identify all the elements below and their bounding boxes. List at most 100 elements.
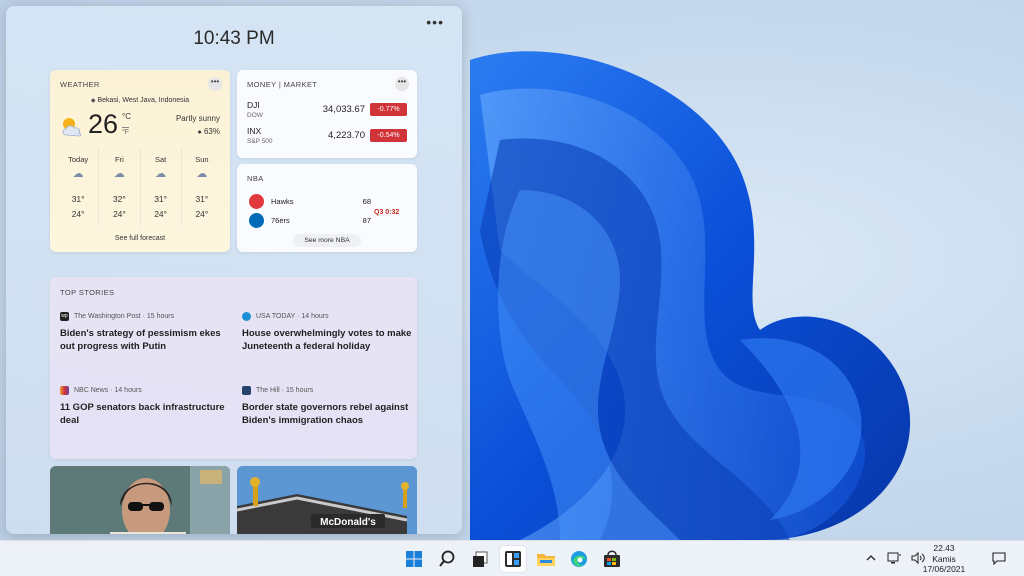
fahrenheit-toggle[interactable]: °F <box>122 127 130 136</box>
story-headline: Biden's strategy of pessimism ekes out p… <box>60 328 221 352</box>
story-item[interactable]: NBC News · 14 hours 11 GOP senators back… <box>60 385 230 427</box>
team-score: 68 <box>362 197 371 206</box>
story-source: NBC News · 14 hours <box>60 385 230 395</box>
story-source-text: The Washington Post · 15 hours <box>74 312 175 320</box>
story-source: USA TODAY · 14 hours <box>242 311 412 321</box>
stock-price: 4,223.70 <box>328 130 365 141</box>
nba-widget[interactable]: NBA Hawks 68 76ers 87 Q3 0:32 See more N… <box>237 164 417 252</box>
location-pin-icon: ◆ <box>90 98 96 104</box>
weather-more-icon[interactable]: ••• <box>208 77 222 91</box>
forecast-day[interactable]: Sun ☁ 31° 24° <box>182 148 222 226</box>
stock-change-badge: -0.54% <box>370 129 407 142</box>
76ers-logo-icon <box>249 213 264 228</box>
widgets-panel: ••• 10:43 PM WEATHER ••• ◆ Bekasi, West … <box>6 6 462 534</box>
story-headline: 11 GOP senators back infrastructure deal <box>60 402 225 426</box>
forecast-day[interactable]: Today ☁ 31° 24° <box>58 148 100 226</box>
story-headline: House overwhelmingly votes to make Junet… <box>242 328 412 352</box>
forecast-low: 24° <box>154 209 168 219</box>
stock-change-badge: -0.77% <box>370 103 407 116</box>
file-explorer-icon[interactable] <box>533 546 559 572</box>
search-icon[interactable] <box>434 546 460 572</box>
money-title: MONEY | MARKET <box>247 80 318 89</box>
forecast-day-name: Fri <box>115 155 124 164</box>
top-stories-title: TOP STORIES <box>60 288 115 297</box>
notification-icon[interactable] <box>990 551 1008 567</box>
story-source-text: NBC News · 14 hours <box>74 386 142 394</box>
forecast-day-name: Sun <box>195 155 209 164</box>
team-name: Hawks <box>271 197 294 206</box>
forecast-low: 24° <box>71 209 85 219</box>
forecast-day[interactable]: Sat ☁ 31° 24° <box>141 148 182 226</box>
taskbar-time: 22.43 <box>933 543 955 553</box>
story-source-text: The Hill · 15 hours <box>256 386 314 394</box>
stock-row[interactable]: DJI DOW 34,033.67 -0.77% <box>247 100 407 124</box>
money-more-icon[interactable]: ••• <box>395 77 409 91</box>
celsius-toggle[interactable]: °C <box>122 112 131 121</box>
partly-cloudy-icon: ☁ <box>72 168 84 180</box>
weather-location[interactable]: ◆ Bekasi, West Java, Indonesia <box>50 97 230 104</box>
stock-price: 34,033.67 <box>322 104 365 115</box>
news-photo-card[interactable] <box>50 466 230 534</box>
weather-widget[interactable]: WEATHER ••• ◆ Bekasi, West Java, Indones… <box>50 70 230 252</box>
forecast-day[interactable]: Fri ☁ 32° 24° <box>99 148 141 226</box>
taskbar: 22.43 Kamis 17/06/2021 <box>0 540 1024 576</box>
news-photo-card[interactable]: McDonald's <box>237 466 417 534</box>
start-icon[interactable] <box>401 546 427 572</box>
weather-title: WEATHER <box>60 80 100 89</box>
thunderstorm-icon: ☁ <box>113 168 125 180</box>
the-hill-icon <box>242 385 251 395</box>
story-source: wp The Washington Post · 15 hours <box>60 311 230 321</box>
weather-temperature: 26 <box>88 109 119 139</box>
story-source: The Hill · 15 hours <box>242 385 412 395</box>
story-source-text: USA TODAY · 14 hours <box>256 312 329 320</box>
stock-symbol: DJI <box>247 100 260 110</box>
network-icon[interactable] <box>886 551 902 567</box>
forecast-high: 32° <box>112 194 126 204</box>
weather-humidity: ● 63% <box>198 127 220 136</box>
story-item[interactable]: USA TODAY · 14 hours House overwhelmingl… <box>242 311 412 353</box>
forecast-high: 31° <box>154 194 168 204</box>
weather-location-text: Bekasi, West Java, Indonesia <box>97 97 190 104</box>
weather-forecast-days: Today ☁ 31° 24° Fri ☁ 32° 24° Sat ☁ 31° … <box>58 148 222 226</box>
taskbar-day: Kamis <box>932 553 956 564</box>
rain-icon: ☁ <box>155 168 167 180</box>
see-full-forecast-link[interactable]: See full forecast <box>50 235 230 242</box>
humidity-drop-icon: ● <box>197 129 202 136</box>
game-status: Q3 0:32 <box>374 209 400 216</box>
woman-sunglasses-photo <box>50 466 230 534</box>
money-market-widget[interactable]: MONEY | MARKET ••• DJI DOW 34,033.67 -0.… <box>237 70 417 158</box>
task-view-icon[interactable] <box>467 546 493 572</box>
washington-post-icon: wp <box>60 311 69 321</box>
story-headline: Border state governors rebel against Bid… <box>242 402 409 426</box>
stock-exchange: S&P 500 <box>247 138 273 145</box>
forecast-high: 31° <box>195 194 209 204</box>
panel-clock: 10:43 PM <box>193 28 275 49</box>
rain-icon: ☁ <box>196 168 208 180</box>
nba-title: NBA <box>247 174 264 183</box>
mcdonalds-sign-photo: McDonald's <box>237 466 417 534</box>
stock-row[interactable]: INX S&P 500 4,223.70 -0.54% <box>247 126 407 150</box>
story-item[interactable]: The Hill · 15 hours Border state governo… <box>242 385 412 427</box>
team-score: 87 <box>362 216 371 225</box>
stock-symbol: INX <box>247 126 262 136</box>
stock-exchange: DOW <box>247 112 263 119</box>
see-more-nba-button[interactable]: See more NBA <box>293 234 361 247</box>
top-stories-widget: TOP STORIES wp The Washington Post · 15 … <box>50 277 417 459</box>
weather-condition: Partly sunny <box>175 114 220 123</box>
taskbar-clock[interactable]: 22.43 Kamis 17/06/2021 <box>914 543 974 575</box>
taskbar-date: 17/06/2021 <box>922 564 966 574</box>
widgets-icon[interactable] <box>500 546 526 572</box>
edge-icon[interactable] <box>566 546 592 572</box>
team-row[interactable]: Hawks 68 <box>249 194 399 210</box>
story-item[interactable]: wp The Washington Post · 15 hours Biden'… <box>60 311 230 353</box>
hawks-logo-icon <box>249 194 264 209</box>
forecast-day-name: Today <box>68 155 89 164</box>
usa-today-icon <box>242 311 251 321</box>
partly-sunny-icon <box>62 118 82 137</box>
chevron-up-icon[interactable] <box>864 551 878 567</box>
weather-humidity-value: 63% <box>203 127 220 136</box>
team-name: 76ers <box>271 216 290 225</box>
mcdonalds-sign-text: McDonald's <box>320 517 376 528</box>
store-icon[interactable] <box>599 546 625 572</box>
forecast-high: 31° <box>71 194 85 204</box>
